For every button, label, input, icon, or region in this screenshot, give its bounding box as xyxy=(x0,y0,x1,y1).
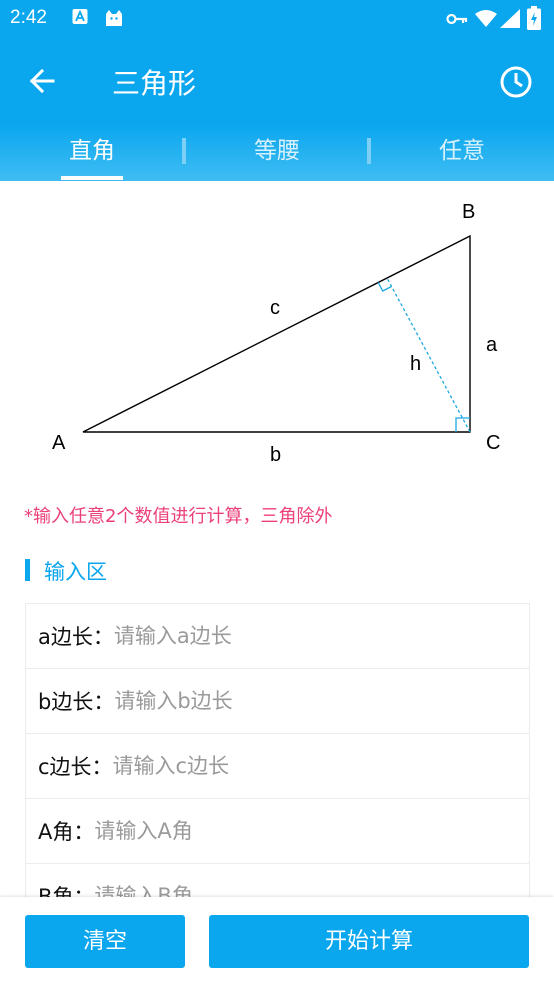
calculate-button[interactable]: 开始计算 xyxy=(209,915,529,968)
wifi-icon xyxy=(475,9,497,31)
field-label-b-side: b边长： xyxy=(38,690,115,714)
vpn-key-icon xyxy=(446,11,468,30)
signal-icon xyxy=(500,9,520,32)
status-bar: 2:42 xyxy=(0,0,554,38)
bottom-action-bar: 清空 开始计算 xyxy=(0,897,554,984)
status-time: 2:42 xyxy=(10,7,47,28)
altitude-label-h: h xyxy=(410,353,421,375)
app-toolbar: 三角形 xyxy=(0,38,554,124)
vertex-label-b: B xyxy=(462,201,475,223)
altitude-line xyxy=(386,277,471,433)
notification-a-icon xyxy=(72,8,88,30)
arrow-left-icon xyxy=(29,68,55,94)
back-button[interactable] xyxy=(22,60,64,102)
right-angle-marker-foot xyxy=(377,282,392,292)
page-title: 三角形 xyxy=(112,67,197,100)
vertex-label-c: C xyxy=(486,432,500,454)
cat-app-icon xyxy=(104,8,124,32)
field-row-a-angle: A角： xyxy=(26,799,529,864)
history-clock-icon xyxy=(500,66,532,98)
field-row-c-side: c边长： xyxy=(26,734,529,799)
triangle-outline xyxy=(82,234,471,433)
section-title: 输入区 xyxy=(44,560,107,584)
section-marker xyxy=(25,559,30,581)
c-side-input[interactable] xyxy=(112,754,473,778)
b-side-input[interactable] xyxy=(114,689,475,713)
a-side-input[interactable] xyxy=(113,624,474,648)
tab-right-angle[interactable]: 直角 xyxy=(0,124,184,181)
active-tab-indicator xyxy=(61,176,123,180)
input-form: a边长： b边长： c边长： A角： B角： xyxy=(25,603,530,914)
side-label-b: b xyxy=(270,444,281,466)
triangle-type-tabs: 直角 等腰 任意 xyxy=(0,124,554,181)
tab-arbitrary[interactable]: 任意 xyxy=(370,124,554,181)
field-row-a-side: a边长： xyxy=(26,604,529,669)
vertex-label-a: A xyxy=(52,432,66,454)
field-label-a-angle: A角： xyxy=(38,820,95,844)
tab-isosceles[interactable]: 等腰 xyxy=(185,124,369,181)
field-label-a-side: a边长： xyxy=(38,625,114,649)
side-label-a: a xyxy=(486,334,498,356)
field-label-c-side: c边长： xyxy=(38,755,113,779)
input-hint: *输入任意2个数值进行计算，三角除外 xyxy=(24,506,333,527)
right-triangle-diagram: A B C a b c h xyxy=(52,201,500,466)
history-button[interactable] xyxy=(496,62,536,102)
clear-button[interactable]: 清空 xyxy=(25,915,185,968)
side-label-c: c xyxy=(270,297,280,319)
field-row-b-side: b边长： xyxy=(26,669,529,734)
battery-icon xyxy=(527,6,541,34)
a-angle-input[interactable] xyxy=(94,819,455,843)
